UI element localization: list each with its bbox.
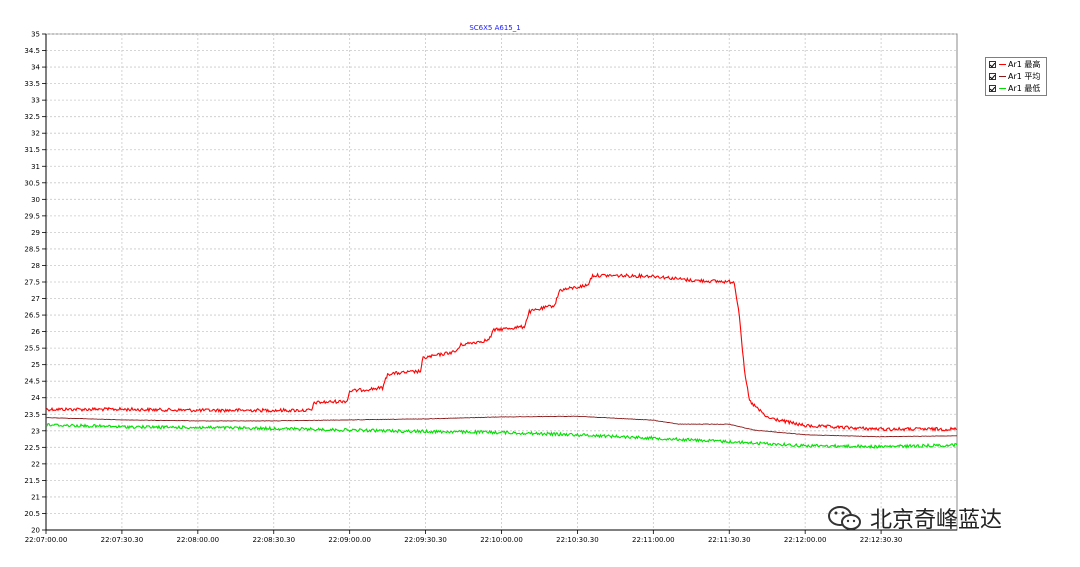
checkbox-checked-icon[interactable] — [989, 73, 996, 80]
legend-swatch-max — [999, 64, 1006, 65]
x-tick-label: 22:07:30.30 — [101, 536, 144, 544]
x-tick-label: 22:07:00.00 — [25, 536, 68, 544]
checkbox-checked-icon[interactable] — [989, 61, 996, 68]
x-tick-label: 22:11:00.00 — [632, 536, 675, 544]
y-tick-label: 33.5 — [24, 80, 40, 88]
legend-label-avg: Ar1 平均 — [1008, 72, 1041, 81]
legend-label-max: Ar1 最高 — [1008, 60, 1041, 69]
y-tick-label: 25.5 — [24, 345, 40, 353]
chart-grid — [45, 33, 958, 531]
y-tick-label: 33 — [31, 97, 40, 105]
y-tick-label: 21.5 — [24, 477, 40, 485]
y-tick-label: 22 — [31, 460, 40, 468]
y-tick-label: 30.5 — [24, 179, 40, 187]
x-tick-label: 22:09:30.30 — [404, 536, 447, 544]
x-tick-label: 22:11:30.30 — [708, 536, 751, 544]
chart-legend: Ar1 最高 Ar1 平均 Ar1 最低 — [985, 57, 1047, 96]
y-tick-label: 24.5 — [24, 378, 40, 386]
y-tick-label: 30 — [31, 196, 40, 204]
line-chart: 20 20.5 21 21.5 22 22.5 23 23.5 24 24.5 25 25.5 26 26… — [24, 24, 958, 544]
y-tick-label: 32.5 — [24, 113, 40, 121]
x-tick-label: 22:10:00.00 — [480, 536, 523, 544]
y-tick-label: 34.5 — [24, 47, 40, 55]
legend-swatch-avg — [999, 76, 1006, 77]
y-tick-label: 26.5 — [24, 312, 40, 320]
y-tick-label: 20 — [31, 527, 40, 535]
y-tick-label: 23.5 — [24, 411, 40, 419]
legend-item-max[interactable]: Ar1 最高 — [986, 59, 1046, 70]
y-tick-label: 29.5 — [24, 212, 40, 220]
x-tick-label: 22:09:00.00 — [328, 536, 371, 544]
y-tick-label: 29 — [31, 229, 40, 237]
y-tick-label: 22.5 — [24, 444, 40, 452]
y-tick-label: 32 — [31, 130, 40, 138]
legend-label-min: Ar1 最低 — [1008, 84, 1041, 93]
y-tick-label: 28 — [31, 262, 40, 270]
legend-swatch-min — [999, 88, 1006, 89]
watermark-text: 北京奇峰蓝达 — [870, 508, 1003, 533]
y-tick-label: 25 — [31, 361, 40, 369]
wechat-icon — [828, 506, 861, 530]
y-tick-label: 31 — [31, 163, 40, 171]
x-tick-label: 22:12:00.00 — [784, 536, 827, 544]
x-tick-label: 22:12:30.30 — [860, 536, 903, 544]
x-tick-label: 22:08:30.30 — [252, 536, 295, 544]
y-tick-label: 20.5 — [24, 510, 40, 518]
y-tick-label: 24 — [31, 394, 40, 402]
legend-item-min[interactable]: Ar1 最低 — [986, 83, 1046, 94]
y-tick-label: 27 — [31, 295, 40, 303]
checkbox-checked-icon[interactable] — [989, 85, 996, 92]
x-tick-label: 22:08:00.00 — [177, 536, 220, 544]
x-tick-label: 22:10:30.30 — [556, 536, 599, 544]
y-tick-label: 21 — [31, 493, 40, 501]
y-tick-label: 23 — [31, 427, 40, 435]
y-tick-label: 27.5 — [24, 279, 40, 287]
legend-item-avg[interactable]: Ar1 平均 — [986, 71, 1046, 82]
y-tick-label: 31.5 — [24, 146, 40, 154]
y-tick-label: 26 — [31, 328, 40, 336]
chart-title: SC6X5 A615_1 — [469, 24, 520, 32]
y-tick-label: 34 — [31, 64, 40, 72]
y-tick-label: 28.5 — [24, 245, 40, 253]
watermark: 北京奇峰蓝达 — [826, 502, 1002, 534]
y-tick-label: 35 — [31, 31, 40, 39]
